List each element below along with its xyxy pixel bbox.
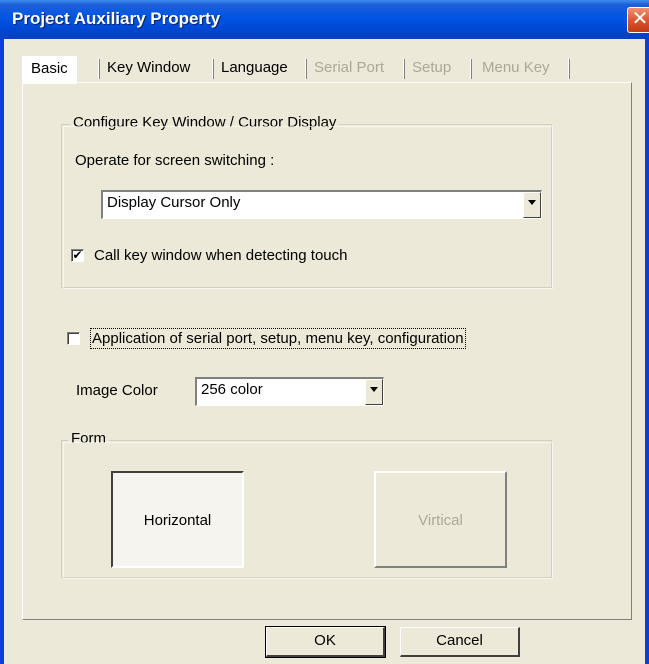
ok-button-label: OK bbox=[314, 632, 336, 649]
tab-strip: Basic Key Window Language Serial Port Se… bbox=[22, 56, 632, 84]
tab-key-window-label: Key Window bbox=[107, 59, 191, 76]
tab-divider bbox=[568, 59, 570, 79]
image-color-label: Image Color bbox=[76, 382, 158, 399]
dialog-window: Project Auxiliary Property ✕ Basic Key W… bbox=[0, 0, 649, 664]
tab-setup-label: Setup bbox=[412, 59, 452, 76]
tab-divider bbox=[470, 59, 472, 79]
image-color-dropdown-button[interactable] bbox=[365, 379, 383, 405]
serial-config-checkbox[interactable] bbox=[67, 332, 80, 345]
tab-divider bbox=[305, 59, 307, 79]
tab-divider bbox=[98, 59, 100, 79]
tab-divider bbox=[212, 59, 214, 79]
call-key-checkbox[interactable]: ✔ bbox=[71, 249, 84, 262]
serial-config-label[interactable]: Application of serial port, setup, menu … bbox=[90, 328, 466, 349]
tab-serial-port[interactable]: Serial Port bbox=[314, 56, 384, 83]
vertical-button-label: Virtical bbox=[418, 512, 463, 529]
close-button[interactable]: ✕ bbox=[627, 7, 649, 33]
operate-label: Operate for screen switching : bbox=[75, 152, 275, 169]
chevron-down-icon bbox=[370, 387, 378, 392]
window-title: Project Auxiliary Property bbox=[12, 9, 221, 28]
tab-language-label: Language bbox=[221, 59, 288, 76]
vertical-button[interactable]: Virtical bbox=[374, 471, 507, 568]
tab-serial-port-label: Serial Port bbox=[314, 59, 385, 76]
key-window-group-label: Configure Key Window / Cursor Display bbox=[70, 114, 340, 131]
form-group-label: Form bbox=[68, 430, 109, 447]
tab-basic-label: Basic bbox=[31, 60, 68, 77]
tab-language[interactable]: Language bbox=[221, 56, 288, 83]
tab-key-window[interactable]: Key Window bbox=[107, 56, 190, 83]
tab-divider bbox=[403, 59, 405, 79]
cancel-button[interactable]: Cancel bbox=[400, 627, 520, 657]
horizontal-button[interactable]: Horizontal bbox=[111, 471, 244, 568]
close-icon: ✕ bbox=[631, 8, 649, 30]
checkmark-icon: ✔ bbox=[72, 248, 83, 262]
image-color-value: 256 color bbox=[201, 381, 263, 398]
tab-menu-key-label: Menu Key bbox=[482, 59, 550, 76]
tab-menu-key[interactable]: Menu Key bbox=[482, 56, 550, 83]
image-color-dropdown[interactable]: 256 color bbox=[195, 377, 384, 406]
operate-dropdown-value: Display Cursor Only bbox=[107, 194, 241, 211]
chevron-down-icon bbox=[528, 200, 536, 205]
call-key-label[interactable]: Call key window when detecting touch bbox=[94, 247, 347, 264]
title-bar[interactable]: Project Auxiliary Property ✕ bbox=[0, 0, 649, 39]
operate-dropdown[interactable]: Display Cursor Only bbox=[101, 190, 542, 219]
tab-panel-basic: Configure Key Window / Cursor Display Op… bbox=[22, 82, 632, 620]
cancel-button-label: Cancel bbox=[436, 632, 483, 649]
operate-dropdown-button[interactable] bbox=[523, 192, 541, 218]
horizontal-button-label: Horizontal bbox=[143, 512, 212, 529]
tab-setup[interactable]: Setup bbox=[412, 56, 451, 83]
tab-basic[interactable]: Basic bbox=[22, 56, 77, 84]
ok-button[interactable]: OK bbox=[265, 626, 386, 658]
